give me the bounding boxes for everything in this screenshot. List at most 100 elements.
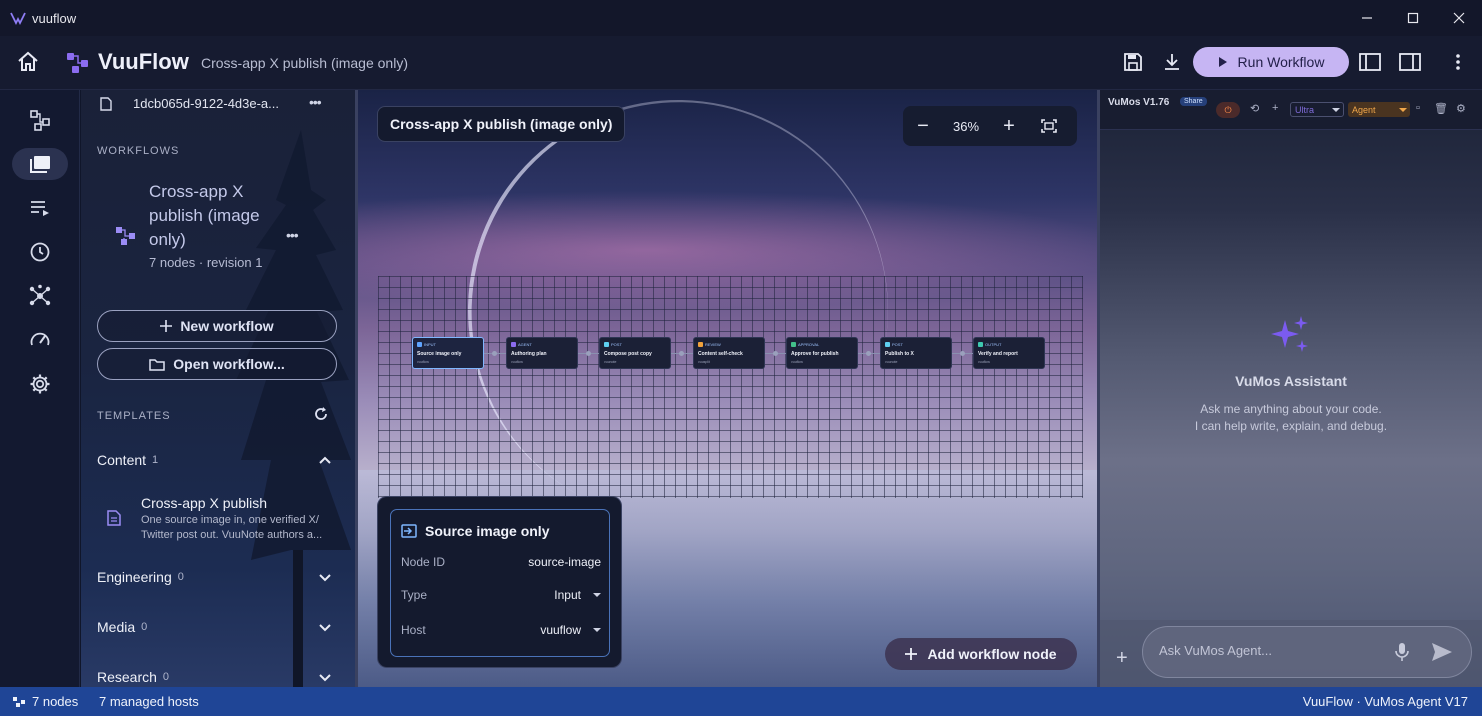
- add-workflow-node-button[interactable]: Add workflow node: [885, 638, 1077, 670]
- settings-icon[interactable]: ⚙: [1456, 102, 1466, 115]
- workflow-node[interactable]: OUTPUT Verify and report vuuflow: [973, 337, 1045, 369]
- home-icon[interactable]: [16, 50, 40, 74]
- add-context-icon[interactable]: +: [1116, 647, 1128, 670]
- app-name: vuuflow: [32, 10, 77, 26]
- type-select[interactable]: Input: [554, 588, 601, 602]
- workflow-node[interactable]: APPROVAL Approve for publish vuuflow: [786, 337, 858, 369]
- refresh-icon[interactable]: [313, 406, 329, 422]
- node-id-value: source-image: [528, 555, 601, 569]
- workflow-node[interactable]: INPUT Source image only vuuflow: [412, 337, 484, 369]
- node-properties-title: Source image only: [401, 523, 549, 539]
- workflow-file-id: 1dcb065d-9122-4d3e-a...: [133, 96, 280, 111]
- rail-graph[interactable]: [12, 104, 68, 136]
- node-type-tag: INPUT: [417, 342, 436, 347]
- open-workflow-button[interactable]: Open workflow...: [97, 348, 337, 380]
- brand-name: VuuFlow: [98, 49, 189, 74]
- workflow-node[interactable]: POST Compose post copy vuunote: [599, 337, 671, 369]
- share-badge[interactable]: Share: [1180, 97, 1207, 106]
- toggle-left-panel-icon[interactable]: [1358, 50, 1382, 74]
- status-hosts: 7 managed hosts: [99, 694, 199, 709]
- node-host: vuunote: [885, 360, 898, 364]
- chat-input[interactable]: [1159, 643, 1379, 658]
- power-icon[interactable]: ⏻: [1216, 102, 1240, 118]
- fit-view-button[interactable]: [1029, 106, 1069, 146]
- plus-icon: [160, 320, 173, 332]
- playlist-icon: [31, 201, 49, 216]
- chat-composer: [1142, 626, 1472, 678]
- network-icon: [29, 284, 51, 306]
- edge-port[interactable]: [586, 351, 591, 356]
- category-research[interactable]: Research 0: [97, 665, 337, 687]
- workflow-node[interactable]: POST Publish to X vuunote: [880, 337, 952, 369]
- category-media[interactable]: Media 0: [97, 615, 337, 639]
- run-workflow-button[interactable]: Run Workflow: [1193, 47, 1349, 77]
- rail-network[interactable]: [12, 280, 68, 312]
- workflow-node[interactable]: AGENT Authoring plan vuuflow: [506, 337, 578, 369]
- node-properties-panel: Source image only Node ID source-image T…: [377, 496, 622, 668]
- save-icon[interactable]: [1121, 50, 1145, 74]
- dropdown-caret-icon: [1399, 107, 1407, 112]
- node-type-icon: [604, 342, 609, 347]
- new-chat-icon[interactable]: +: [1272, 102, 1278, 114]
- maximize-button[interactable]: [1390, 0, 1436, 36]
- assistant-panel: VuMos V1.76 Share ⏻ ⟲ + Ultra Agent ▫ 🗑 …: [1100, 90, 1482, 687]
- rail-history[interactable]: [12, 236, 68, 268]
- sparkle-icon: [1271, 316, 1308, 352]
- more-menu-icon[interactable]: [1446, 50, 1470, 74]
- file-more-icon[interactable]: •••: [309, 94, 322, 110]
- chevron-down-icon: [319, 674, 331, 682]
- edge-port[interactable]: [492, 351, 497, 356]
- history-icon[interactable]: ⟲: [1250, 102, 1259, 115]
- toggle-right-panel-icon[interactable]: [1398, 50, 1422, 74]
- node-host: vuunote: [604, 360, 617, 364]
- send-icon[interactable]: [1431, 642, 1453, 662]
- workflow-canvas[interactable]: Cross-app X publish (image only) − 36% +…: [358, 90, 1097, 687]
- fit-screen-icon: [1041, 119, 1057, 133]
- rail-settings[interactable]: [12, 368, 68, 400]
- new-workflow-button[interactable]: New workflow: [97, 310, 337, 342]
- microphone-icon[interactable]: [1395, 642, 1409, 662]
- edge-port[interactable]: [960, 351, 965, 356]
- canvas-grid: [378, 276, 1083, 498]
- close-button[interactable]: [1436, 0, 1482, 36]
- workflow-title: Cross-app X publish (image only): [149, 182, 260, 249]
- node-host: vuuflow: [511, 360, 523, 364]
- prop-node-id: Node ID source-image: [401, 555, 601, 569]
- edge-port[interactable]: [679, 351, 684, 356]
- workflows-heading: WORKFLOWS: [97, 145, 180, 157]
- node-type-icon: [885, 342, 890, 347]
- workflow-icon: [116, 227, 135, 245]
- mode-select[interactable]: Agent: [1348, 102, 1410, 117]
- edge-port[interactable]: [866, 351, 871, 356]
- trash-icon[interactable]: 🗑: [1434, 102, 1448, 115]
- workflow-meta: 7 nodes · revision 1: [149, 255, 263, 270]
- window-controls: [1344, 0, 1482, 36]
- category-engineering[interactable]: Engineering 0: [97, 565, 337, 589]
- edge-port[interactable]: [773, 351, 778, 356]
- node-title: Approve for publish: [791, 351, 839, 357]
- workflow-more-icon[interactable]: •••: [286, 227, 299, 243]
- download-icon[interactable]: [1160, 50, 1184, 74]
- rail-performance[interactable]: [12, 324, 68, 356]
- node-title: Verify and report: [978, 351, 1018, 357]
- assistant-toolbar: VuMos V1.76 Share ⏻ ⟲ + Ultra Agent ▫ 🗑 …: [1100, 90, 1482, 130]
- assistant-title: VuMos Assistant: [1235, 373, 1347, 389]
- document-icon: [107, 510, 121, 526]
- host-select[interactable]: vuuflow: [540, 623, 601, 637]
- zoom-in-button[interactable]: +: [989, 106, 1029, 146]
- clock-icon: [30, 242, 50, 262]
- attach-icon[interactable]: ▫: [1416, 102, 1420, 114]
- minimize-button[interactable]: [1344, 0, 1390, 36]
- zoom-out-button[interactable]: −: [903, 106, 943, 146]
- assistant-subtitle: Ask me anything about your code. I can h…: [1194, 402, 1388, 433]
- workflow-node[interactable]: REVIEW Content self-check vuusplit: [693, 337, 765, 369]
- node-type-icon: [511, 342, 516, 347]
- plus-icon: [905, 648, 918, 660]
- model-select[interactable]: Ultra: [1290, 102, 1344, 117]
- rail-runs[interactable]: [12, 192, 68, 224]
- rail-workflows[interactable]: [12, 148, 68, 180]
- node-host: vuuflow: [417, 360, 429, 364]
- node-title: Publish to X: [885, 351, 914, 357]
- category-content[interactable]: Content 1: [97, 448, 337, 472]
- node-type-icon: [791, 342, 796, 347]
